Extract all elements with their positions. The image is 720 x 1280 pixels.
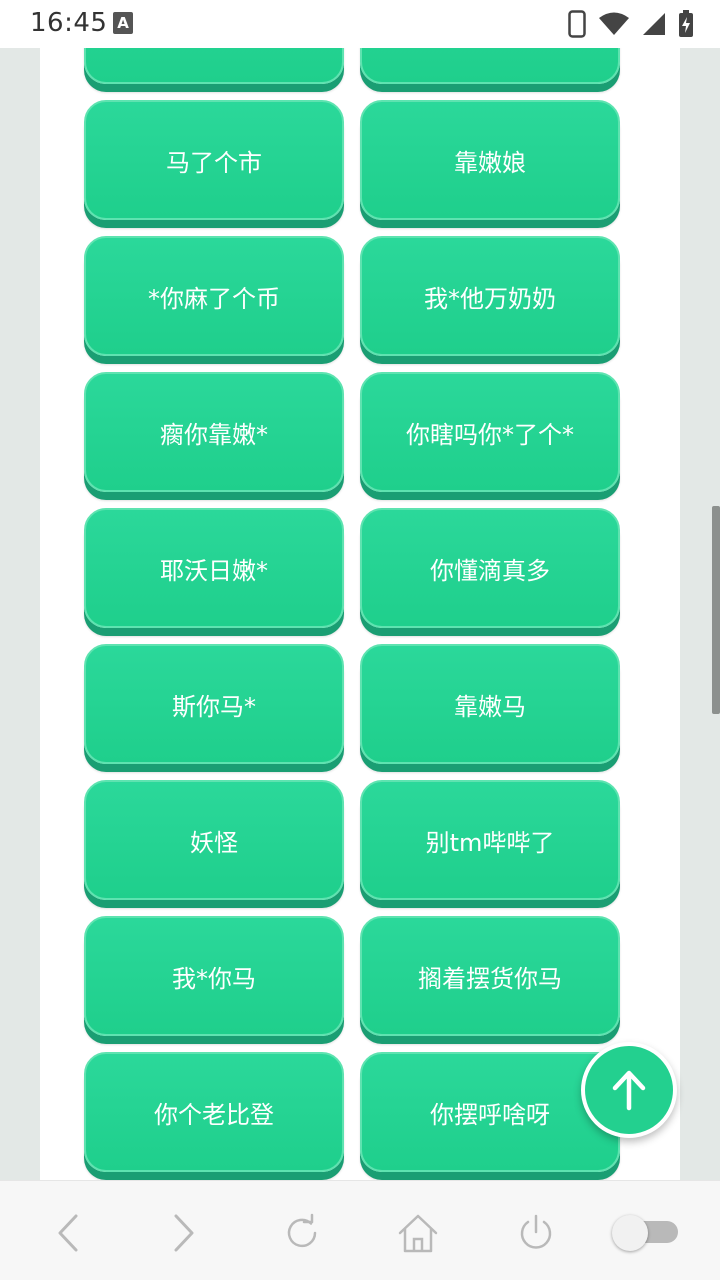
- home-button[interactable]: [396, 1211, 440, 1255]
- phrase-button[interactable]: 斯你马*: [84, 644, 344, 764]
- phrase-button[interactable]: [360, 48, 620, 84]
- phrase-button[interactable]: 别tm哔哔了: [360, 780, 620, 900]
- home-icon: [398, 1214, 438, 1253]
- phrase-button[interactable]: 妖怪: [84, 780, 344, 900]
- phrase-list-panel: 马了个市 靠嫩娘 *你麻了个币 我*他万奶奶 瘸你靠嫩* 你瞎吗你*了个* 耶沃…: [40, 48, 680, 1180]
- power-button[interactable]: [514, 1211, 558, 1255]
- refresh-icon: [287, 1213, 317, 1248]
- phrase-button[interactable]: 你懂滴真多: [360, 508, 620, 628]
- status-time: 16:45: [30, 8, 108, 38]
- phrase-button[interactable]: 你个老比登: [84, 1052, 344, 1172]
- phrase-button[interactable]: *你麻了个币: [84, 236, 344, 356]
- power-icon: [520, 1214, 552, 1249]
- refresh-button[interactable]: [280, 1211, 324, 1255]
- forward-button[interactable]: [162, 1211, 206, 1255]
- phrase-button[interactable]: 靠嫩娘: [360, 100, 620, 220]
- scroll-to-top-button[interactable]: [581, 1042, 677, 1138]
- status-bar: 16:45 A: [0, 0, 720, 48]
- notification-badge-icon: A: [113, 12, 133, 34]
- phone-icon: [568, 10, 586, 38]
- phrase-button[interactable]: 靠嫩马: [360, 644, 620, 764]
- phrase-button[interactable]: 耶沃日嫩*: [84, 508, 344, 628]
- phrase-button[interactable]: [84, 48, 344, 84]
- phrase-button[interactable]: 搁着摆货你马: [360, 916, 620, 1036]
- signal-icon: [643, 13, 665, 35]
- scrollbar-thumb[interactable]: [712, 506, 720, 714]
- arrow-up-icon: [612, 1070, 646, 1111]
- phrase-button[interactable]: 我*你马: [84, 916, 344, 1036]
- back-button[interactable]: [46, 1211, 90, 1255]
- phrase-button[interactable]: 我*他万奶奶: [360, 236, 620, 356]
- wifi-icon: [599, 12, 629, 35]
- back-icon: [58, 1214, 78, 1252]
- bottom-navigation-bar: [0, 1180, 720, 1280]
- status-icons: [568, 9, 694, 39]
- toggle-knob: [612, 1215, 648, 1251]
- forward-icon: [174, 1214, 194, 1252]
- mode-toggle-switch[interactable]: [612, 1215, 678, 1251]
- phrase-button[interactable]: 马了个市: [84, 100, 344, 220]
- phrase-button[interactable]: 你摆呼啥呀: [360, 1052, 620, 1172]
- phrase-button[interactable]: 瘸你靠嫩*: [84, 372, 344, 492]
- battery-charging-icon: [679, 10, 693, 37]
- phrase-grid: 马了个市 靠嫩娘 *你麻了个币 我*他万奶奶 瘸你靠嫩* 你瞎吗你*了个* 耶沃…: [84, 48, 620, 1172]
- phrase-button[interactable]: 你瞎吗你*了个*: [360, 372, 620, 492]
